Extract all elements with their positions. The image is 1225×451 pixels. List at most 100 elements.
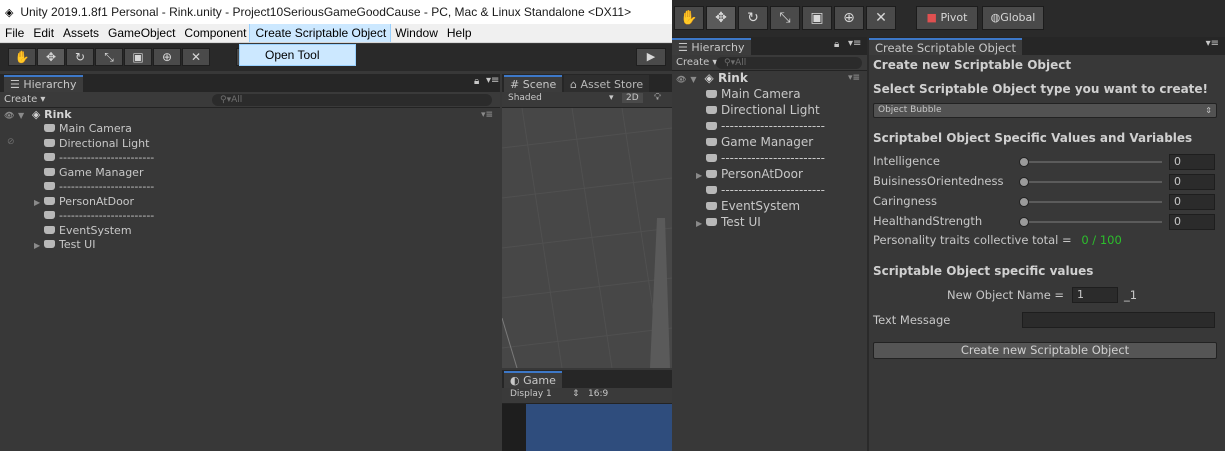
panel-menu-icon[interactable]: ▾≡ [848,38,861,49]
scriptable-type-select[interactable]: Object Bubble ⇕ [873,103,1217,118]
hand-tool-icon[interactable]: ✋ [8,48,36,66]
hierarchy-search-input[interactable]: ⚲▾All [212,94,492,106]
hierarchy-item[interactable]: ------------------------ [696,119,825,133]
hierarchy-item[interactable]: ▶ Test UI [696,215,761,229]
hidden-eye-icon[interactable]: ⊘ [7,137,15,147]
display-dropdown[interactable]: Display 1 [510,389,552,399]
hierarchy-item[interactable]: ------------------------ [696,183,825,197]
scene-viewport[interactable] [501,107,672,369]
rotate-tool-icon[interactable]: ↻ [66,48,94,66]
hierarchy-item[interactable]: Directional Light [696,103,820,117]
dropdown-item-open-tool[interactable]: Open Tool [239,44,356,66]
hand-tool-icon[interactable]: ✋ [674,6,704,30]
hierarchy-item[interactable]: Game Manager [34,166,143,180]
hierarchy-item[interactable]: ------------------------ [34,209,154,223]
scene-root-row[interactable]: 👁 ▼ ◈ Rink ▾≡ [4,108,499,122]
menu-window[interactable]: Window [390,24,442,42]
tab-scene[interactable]: # Scene [504,75,563,92]
hierarchy-search-input[interactable]: ⚲▾All [716,57,862,69]
custom-tool-icon[interactable]: ✕ [182,48,210,66]
hierarchy-item[interactable]: ------------------------ [696,151,825,165]
hierarchy-item[interactable]: ------------------------ [34,180,154,194]
rect-tool-icon[interactable]: ▣ [124,48,152,66]
expand-down-icon[interactable]: ▼ [690,73,700,87]
panel-menu-icon[interactable]: ▾≡ [486,75,499,86]
trait-slider[interactable] [1022,181,1162,183]
trait-slider[interactable] [1022,221,1162,223]
tab-hierarchy[interactable]: ☰ Hierarchy [672,38,751,55]
tab-asset-store[interactable]: ⌂ Asset Store [564,75,650,92]
expand-right-icon[interactable]: ▶ [34,239,44,253]
hierarchy-item[interactable]: EventSystem [696,199,800,213]
pivot-toggle-button[interactable]: ■ Pivot [916,6,978,30]
create-scriptable-object-panel: Create Scriptable Object ▾≡ Create new S… [869,37,1225,451]
tab-game[interactable]: ◐ Game [504,371,562,388]
hierarchy-item[interactable]: ▶ PersonAtDoor [696,167,803,181]
create-scriptable-object-button[interactable]: Create new Scriptable Object [873,342,1217,359]
trait-value-field[interactable]: 0 [1169,174,1215,190]
trait-slider-handle[interactable] [1019,217,1029,227]
visibility-eye-icon[interactable]: 👁 [676,75,686,84]
trait-slider-handle[interactable] [1019,197,1029,207]
global-toggle-button[interactable]: ◍Global [982,6,1044,30]
move-tool-icon[interactable]: ✥ [706,6,736,30]
menu-assets[interactable]: Assets [58,24,103,42]
hierarchy-item[interactable]: Game Manager [696,135,813,149]
scene-root-row[interactable]: 👁 ▼ ◈ Rink ▾≡ [676,71,864,85]
trait-value-field[interactable]: 0 [1169,154,1215,170]
menu-help[interactable]: Help [442,24,476,42]
transform-tool-icon[interactable]: ⊕ [834,6,864,30]
trait-value-field[interactable]: 0 [1169,214,1215,230]
lock-icon[interactable]: 🔒︎ [474,76,479,87]
visibility-eye-icon[interactable]: 👁 [4,111,14,120]
scene-menu-icon[interactable]: ▾≡ [481,108,493,122]
tab-create-scriptable-object[interactable]: Create Scriptable Object [869,38,1022,55]
lock-icon[interactable]: 🔒︎ [834,39,839,50]
2d-toggle-button[interactable]: 2D [622,93,643,103]
rect-tool-icon[interactable]: ▣ [802,6,832,30]
play-button-icon[interactable]: ▶ [636,48,666,66]
scene-menu-icon[interactable]: ▾≡ [848,71,860,85]
trait-slider-handle[interactable] [1019,157,1029,167]
trait-value-field[interactable]: 0 [1169,194,1215,210]
scale-tool-icon[interactable]: ⤡ [95,48,123,66]
game-view[interactable] [502,404,672,451]
hierarchy-item[interactable]: Main Camera [34,122,132,136]
scale-tool-icon[interactable]: ⤡ [770,6,800,30]
transform-tool-icon[interactable]: ⊕ [153,48,181,66]
light-toggle-icon[interactable]: 💡︎ [654,92,661,103]
menu-edit[interactable]: Edit [28,24,58,42]
create-dropdown[interactable]: Create ▾ [676,55,717,70]
menu-file[interactable]: File [0,24,28,42]
shading-mode-dropdown[interactable]: Shaded [508,93,542,103]
panel-menu-icon[interactable]: ▾≡ [1206,38,1219,49]
hierarchy-item[interactable]: ------------------------ [34,151,154,165]
create-dropdown[interactable]: Create ▾ [4,92,45,107]
aspect-dropdown[interactable]: 16:9 [588,389,608,399]
trait-slider[interactable] [1022,201,1162,203]
gameobject-cube-icon [44,211,55,219]
custom-tool-icon[interactable]: ✕ [866,6,896,30]
trait-slider[interactable] [1022,161,1162,163]
hierarchy-item[interactable]: ▶ Test UI [34,238,95,252]
menu-create-scriptable-object[interactable]: Create Scriptable Object [249,24,392,42]
hierarchy-item[interactable]: Main Camera [696,87,801,101]
expand-right-icon[interactable]: ▶ [696,217,706,231]
object-name-input[interactable]: 1 [1072,287,1118,303]
menu-gameobject[interactable]: GameObject [103,24,179,42]
hierarchy-item[interactable]: Directional Light [34,137,149,151]
expand-right-icon[interactable]: ▶ [34,196,44,210]
display-arrows-icon[interactable]: ⇕ [572,389,580,399]
shading-dropdown-arrow-icon[interactable]: ▾ [609,93,614,103]
move-tool-icon[interactable]: ✥ [37,48,65,66]
tab-hierarchy[interactable]: ☰ Hierarchy [4,75,83,92]
text-message-input[interactable] [1022,312,1215,328]
unity-scene-icon: ◈ [704,71,714,85]
rotate-tool-icon[interactable]: ↻ [738,6,768,30]
expand-down-icon[interactable]: ▼ [18,109,28,123]
menu-component[interactable]: Component [179,24,250,42]
hierarchy-item[interactable]: EventSystem [34,224,132,238]
hierarchy-item[interactable]: ▶ PersonAtDoor [34,195,134,209]
trait-slider-handle[interactable] [1019,177,1029,187]
expand-right-icon[interactable]: ▶ [696,169,706,183]
